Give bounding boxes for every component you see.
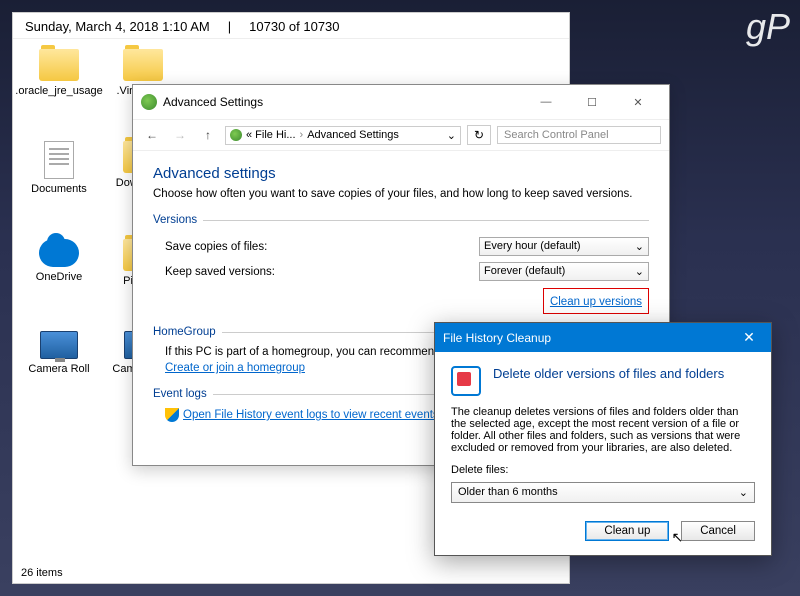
cleanup-versions-link[interactable]: Clean up versions [550, 296, 642, 308]
forward-button[interactable]: → [169, 124, 191, 146]
chevron-down-icon[interactable]: ⌄ [447, 129, 456, 142]
delete-files-label: Delete files: [451, 464, 755, 476]
breadcrumb[interactable]: « File Hi... › Advanced Settings ⌄ [225, 126, 461, 145]
file-history-cleanup-dialog: File History Cleanup ✕ Delete older vers… [434, 322, 772, 556]
onedrive-icon [39, 239, 79, 267]
folder-label: Documents [31, 183, 87, 195]
refresh-button[interactable]: ↻ [467, 125, 491, 145]
close-button[interactable]: ✕ [735, 329, 763, 346]
monitor-icon [40, 331, 78, 359]
dialog-text: The cleanup deletes versions of files an… [451, 406, 755, 454]
shield-icon [165, 408, 179, 422]
cursor-icon: ↖ [671, 529, 683, 546]
section-versions: Versions [153, 214, 649, 226]
cleanup-versions-highlight: Clean up versions [543, 288, 649, 314]
chevron-down-icon: ⌄ [635, 240, 644, 253]
maximize-button[interactable]: ☐ [569, 91, 615, 113]
folder-icon [123, 49, 163, 81]
folder-label: .oracle_jre_usage [15, 85, 102, 97]
keep-versions-select[interactable]: Forever (default)⌄ [479, 262, 649, 281]
folder-item[interactable]: Documents [27, 141, 91, 195]
save-copies-select[interactable]: Every hour (default)⌄ [479, 237, 649, 256]
cleanup-button[interactable]: Clean up [585, 521, 669, 541]
page-title: Advanced settings [153, 165, 649, 182]
header-count: 10730 of 10730 [249, 19, 339, 34]
chevron-down-icon: ⌄ [739, 486, 748, 499]
close-button[interactable]: ✕ [615, 91, 661, 113]
watermark: gP [746, 6, 790, 48]
folder-item[interactable]: .oracle_jre_usage [27, 49, 91, 97]
up-button[interactable]: ↑ [197, 124, 219, 146]
control-panel-icon [141, 94, 157, 110]
folder-label: Camera Roll [28, 363, 89, 375]
document-icon [44, 141, 74, 179]
page-description: Choose how often you want to save copies… [153, 188, 649, 200]
folder-icon [39, 49, 79, 81]
delete-files-select[interactable]: Older than 6 months⌄ [451, 482, 755, 503]
chevron-right-icon: › [300, 129, 304, 141]
breadcrumb-part[interactable]: Advanced Settings [307, 129, 399, 141]
recycle-bin-icon [451, 366, 483, 398]
dialog-heading: Delete older versions of files and folde… [493, 366, 724, 398]
dialog-title: File History Cleanup [443, 331, 735, 345]
folder-item[interactable]: Camera Roll [27, 331, 91, 375]
breadcrumb-part[interactable]: « File Hi... [246, 129, 296, 141]
chevron-down-icon: ⌄ [635, 265, 644, 278]
control-panel-icon [230, 129, 242, 141]
titlebar: Advanced Settings — ☐ ✕ [133, 85, 669, 119]
titlebar: File History Cleanup ✕ [435, 323, 771, 352]
folder-label: OneDrive [36, 271, 82, 283]
homegroup-link[interactable]: Create or join a homegroup [165, 362, 305, 374]
status-bar: 26 items [13, 563, 71, 583]
header-date: Sunday, March 4, 2018 1:10 AM [25, 19, 210, 34]
keep-versions-label: Keep saved versions: [153, 266, 479, 278]
back-button[interactable]: ← [141, 124, 163, 146]
minimize-button[interactable]: — [523, 91, 569, 113]
folder-item[interactable]: OneDrive [27, 239, 91, 287]
save-copies-label: Save copies of files: [153, 241, 479, 253]
cancel-button[interactable]: Cancel [681, 521, 755, 541]
search-input[interactable]: Search Control Panel [497, 126, 661, 144]
window-title: Advanced Settings [163, 95, 523, 109]
